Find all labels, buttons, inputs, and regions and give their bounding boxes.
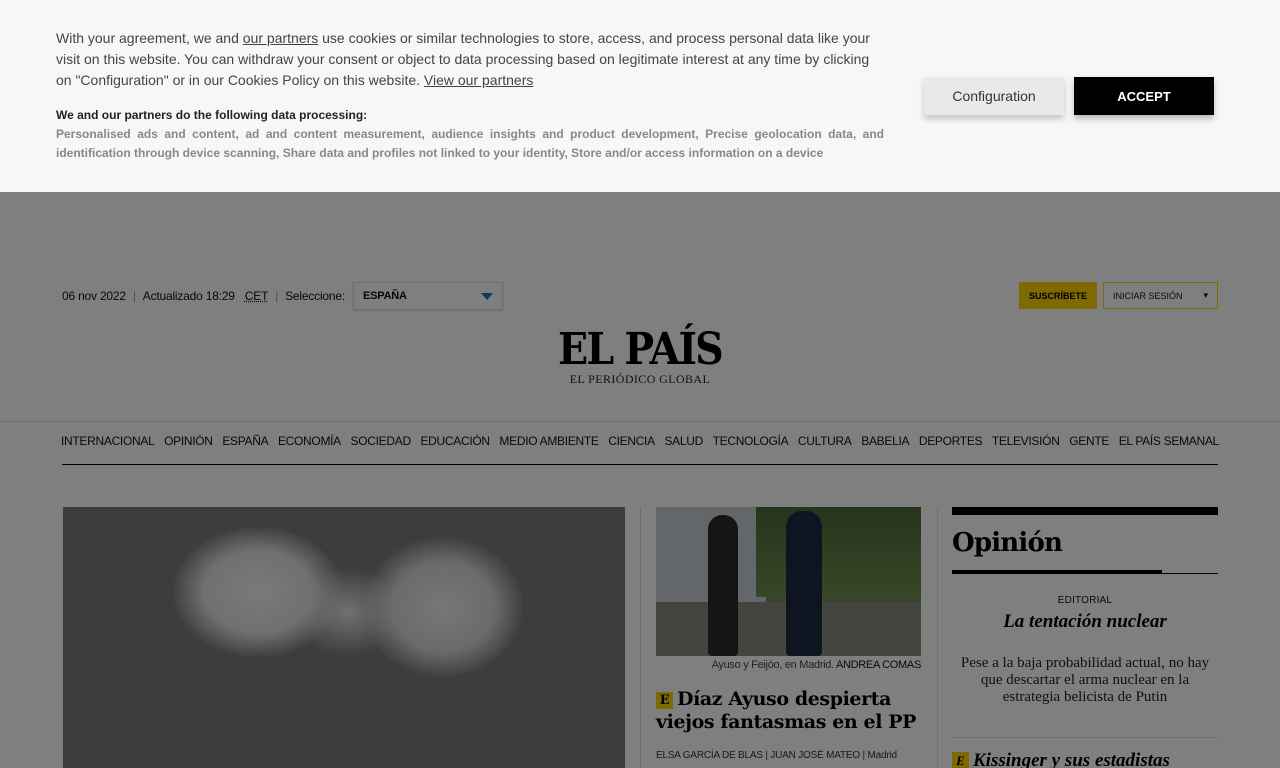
consent-text-1: With your agreement, we and bbox=[56, 30, 243, 46]
processing-purposes: Personalised ads and content, ad and con… bbox=[56, 127, 884, 160]
configuration-button[interactable]: Configuration bbox=[924, 77, 1064, 115]
accept-button[interactable]: ACCEPT bbox=[1074, 77, 1214, 115]
view-partners-link[interactable]: View our partners bbox=[424, 72, 533, 88]
consent-description: With your agreement, we and our partners… bbox=[56, 28, 886, 91]
cookie-consent-banner: With your agreement, we and our partners… bbox=[0, 0, 1280, 192]
processing-heading: We and our partners do the following dat… bbox=[56, 108, 368, 122]
our-partners-link[interactable]: our partners bbox=[243, 30, 318, 46]
